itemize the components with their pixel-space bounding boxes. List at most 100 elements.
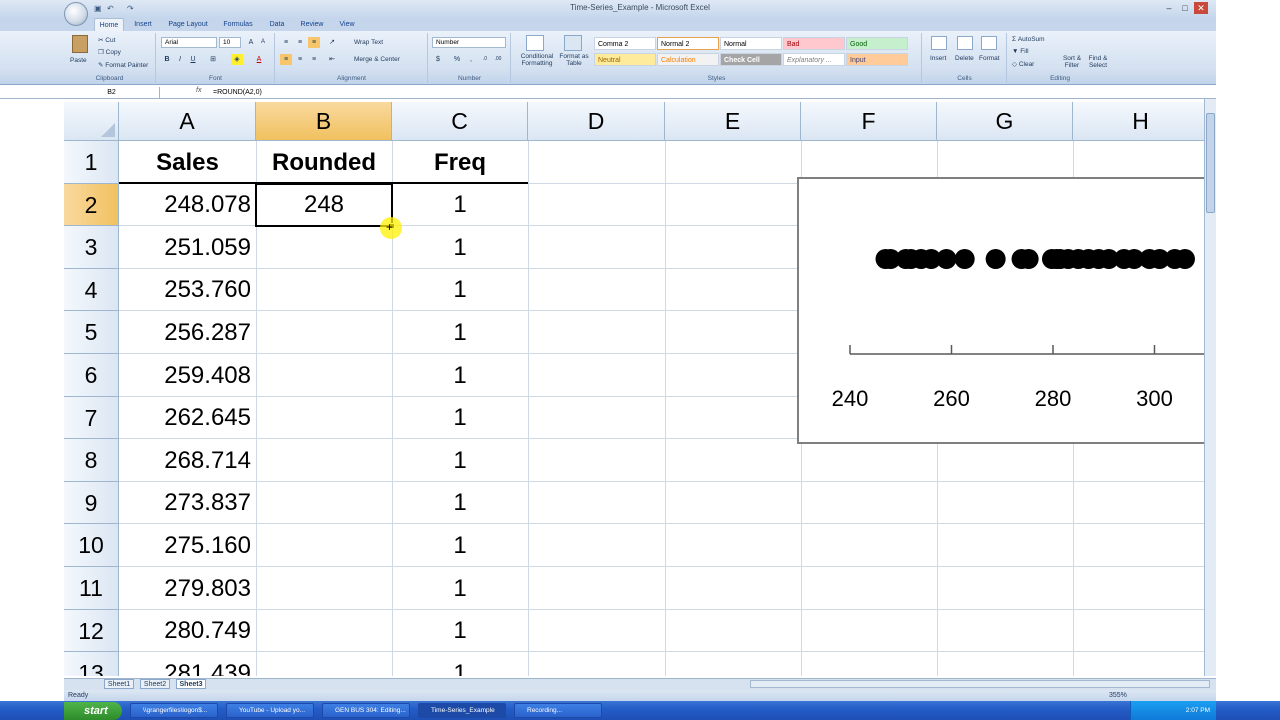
cut-button[interactable]: ✂ Cut: [98, 36, 115, 44]
increase-decimal-icon[interactable]: .0: [479, 54, 491, 65]
cell-a11[interactable]: 279.803: [119, 567, 251, 610]
cell-a3[interactable]: 251.059: [119, 226, 251, 269]
sort-filter-button[interactable]: Sort & Filter: [1060, 55, 1084, 69]
cell-c8[interactable]: 1: [392, 439, 528, 482]
taskbar-item-genbus[interactable]: GEN BUS 304: Editing...: [322, 703, 410, 718]
align-bottom-icon[interactable]: ≡: [308, 37, 320, 48]
cell-c11[interactable]: 1: [392, 567, 528, 610]
taskbar-item-files[interactable]: \\grangerfiles\logon$...: [130, 703, 218, 718]
cell-c7[interactable]: 1: [392, 397, 528, 439]
wrap-text-button[interactable]: Wrap Text: [354, 39, 383, 46]
row-header-3[interactable]: 3: [64, 226, 119, 269]
row-header-11[interactable]: 11: [64, 567, 119, 610]
find-select-button[interactable]: Find & Select: [1086, 55, 1110, 69]
scroll-thumb[interactable]: [1206, 113, 1215, 213]
tab-insert[interactable]: Insert: [128, 18, 158, 31]
style-normal-2[interactable]: Normal 2: [657, 37, 719, 50]
horizontal-scrollbar[interactable]: [750, 680, 1210, 688]
format-painter-button[interactable]: ✎ Format Painter: [98, 61, 148, 69]
select-all-corner[interactable]: [64, 102, 119, 141]
office-button[interactable]: [64, 2, 88, 26]
cell-a13[interactable]: 281.439: [119, 652, 251, 676]
tab-data[interactable]: Data: [264, 18, 290, 31]
tab-view[interactable]: View: [334, 18, 360, 31]
shrink-font-icon[interactable]: A: [257, 37, 269, 48]
column-header-b[interactable]: B: [256, 102, 392, 141]
sheet-tab-2[interactable]: Sheet2: [140, 679, 170, 689]
cell-a10[interactable]: 275.160: [119, 524, 251, 567]
row-header-8[interactable]: 8: [64, 439, 119, 482]
italic-button[interactable]: I: [174, 54, 186, 65]
cell-c4[interactable]: 1: [392, 269, 528, 311]
style-calculation[interactable]: Calculation: [657, 53, 719, 66]
borders-icon[interactable]: ⊞: [207, 54, 219, 65]
autosum-button[interactable]: Σ AutoSum: [1012, 36, 1045, 43]
cell-a9[interactable]: 273.837: [119, 482, 251, 524]
align-top-icon[interactable]: ≡: [280, 37, 292, 48]
cell-c9[interactable]: 1: [392, 482, 528, 524]
cell-a5[interactable]: 256.287: [119, 311, 251, 354]
taskbar-item-youtube[interactable]: YouTube - Upload yo...: [226, 703, 314, 718]
row-header-1[interactable]: 1: [64, 141, 119, 184]
cell-a7[interactable]: 262.645: [119, 397, 251, 439]
sheet-tab-3[interactable]: Sheet3: [176, 679, 206, 689]
tab-formulas[interactable]: Formulas: [218, 18, 258, 31]
number-format-select[interactable]: Number: [432, 37, 506, 48]
cell-c6[interactable]: 1: [392, 354, 528, 397]
cell-a8[interactable]: 268.714: [119, 439, 251, 482]
style-explanatory[interactable]: Explanatory ...: [783, 53, 845, 66]
percent-icon[interactable]: %: [451, 54, 463, 65]
style-neutral[interactable]: Neutral: [594, 53, 656, 66]
align-left-icon[interactable]: ≡: [280, 54, 292, 65]
insert-function-icon[interactable]: fx: [196, 87, 201, 94]
cell-c12[interactable]: 1: [392, 610, 528, 652]
tab-page-layout[interactable]: Page Layout: [164, 18, 212, 31]
row-header-5[interactable]: 5: [64, 311, 119, 354]
name-box[interactable]: B2: [64, 87, 160, 98]
maximize-icon[interactable]: □: [1178, 2, 1192, 14]
taskbar-item-recording[interactable]: Recording...: [514, 703, 602, 718]
font-name-select[interactable]: Arial: [161, 37, 217, 48]
style-input[interactable]: Input: [846, 53, 908, 66]
style-check-cell[interactable]: Check Cell: [720, 53, 782, 66]
font-size-select[interactable]: 10: [219, 37, 241, 48]
comma-icon[interactable]: ,: [465, 54, 477, 65]
tab-home[interactable]: Home: [94, 18, 124, 31]
dot-plot-chart[interactable]: 240 260 280 300: [797, 177, 1204, 444]
column-header-d[interactable]: D: [528, 102, 665, 141]
style-bad[interactable]: Bad: [783, 37, 845, 50]
delete-button[interactable]: Delete: [955, 55, 974, 62]
row-header-7[interactable]: 7: [64, 397, 119, 439]
cell-c10[interactable]: 1: [392, 524, 528, 567]
cell-a2[interactable]: 248.078: [119, 184, 251, 226]
row-header-2[interactable]: 2: [64, 184, 119, 226]
currency-icon[interactable]: $: [432, 54, 444, 65]
tab-review[interactable]: Review: [296, 18, 328, 31]
column-header-c[interactable]: C: [392, 102, 528, 141]
taskbar-item-excel[interactable]: Time-Series_Example: [418, 703, 506, 718]
cell-a4[interactable]: 253.760: [119, 269, 251, 311]
conditional-formatting-button[interactable]: Conditional Formatting: [516, 53, 558, 67]
underline-button[interactable]: U: [187, 54, 199, 65]
vertical-scrollbar[interactable]: [1204, 99, 1216, 676]
cell-b1[interactable]: Rounded: [256, 141, 392, 184]
sheet-tab-1[interactable]: Sheet1: [104, 679, 134, 689]
start-button[interactable]: start: [64, 702, 122, 720]
clear-button[interactable]: ◇ Clear: [1012, 60, 1034, 68]
minimize-icon[interactable]: –: [1162, 2, 1176, 14]
font-color-icon[interactable]: A: [253, 54, 265, 65]
format-button[interactable]: Format: [979, 55, 1000, 62]
column-header-g[interactable]: G: [937, 102, 1073, 141]
indent-icon[interactable]: ⇤: [326, 54, 338, 65]
column-header-h[interactable]: H: [1073, 102, 1204, 141]
copy-button[interactable]: ❐ Copy: [98, 48, 121, 56]
row-header-6[interactable]: 6: [64, 354, 119, 397]
cell-b2-active[interactable]: 248: [255, 183, 393, 227]
align-middle-icon[interactable]: ≡: [294, 37, 306, 48]
style-normal[interactable]: Normal: [720, 37, 782, 50]
cell-c13[interactable]: 1: [392, 652, 528, 676]
fill-color-icon[interactable]: ◈: [231, 54, 243, 65]
formula-input[interactable]: =ROUND(A2,0): [213, 87, 262, 98]
insert-button[interactable]: Insert: [930, 55, 946, 62]
merge-center-button[interactable]: Merge & Center: [354, 56, 400, 63]
